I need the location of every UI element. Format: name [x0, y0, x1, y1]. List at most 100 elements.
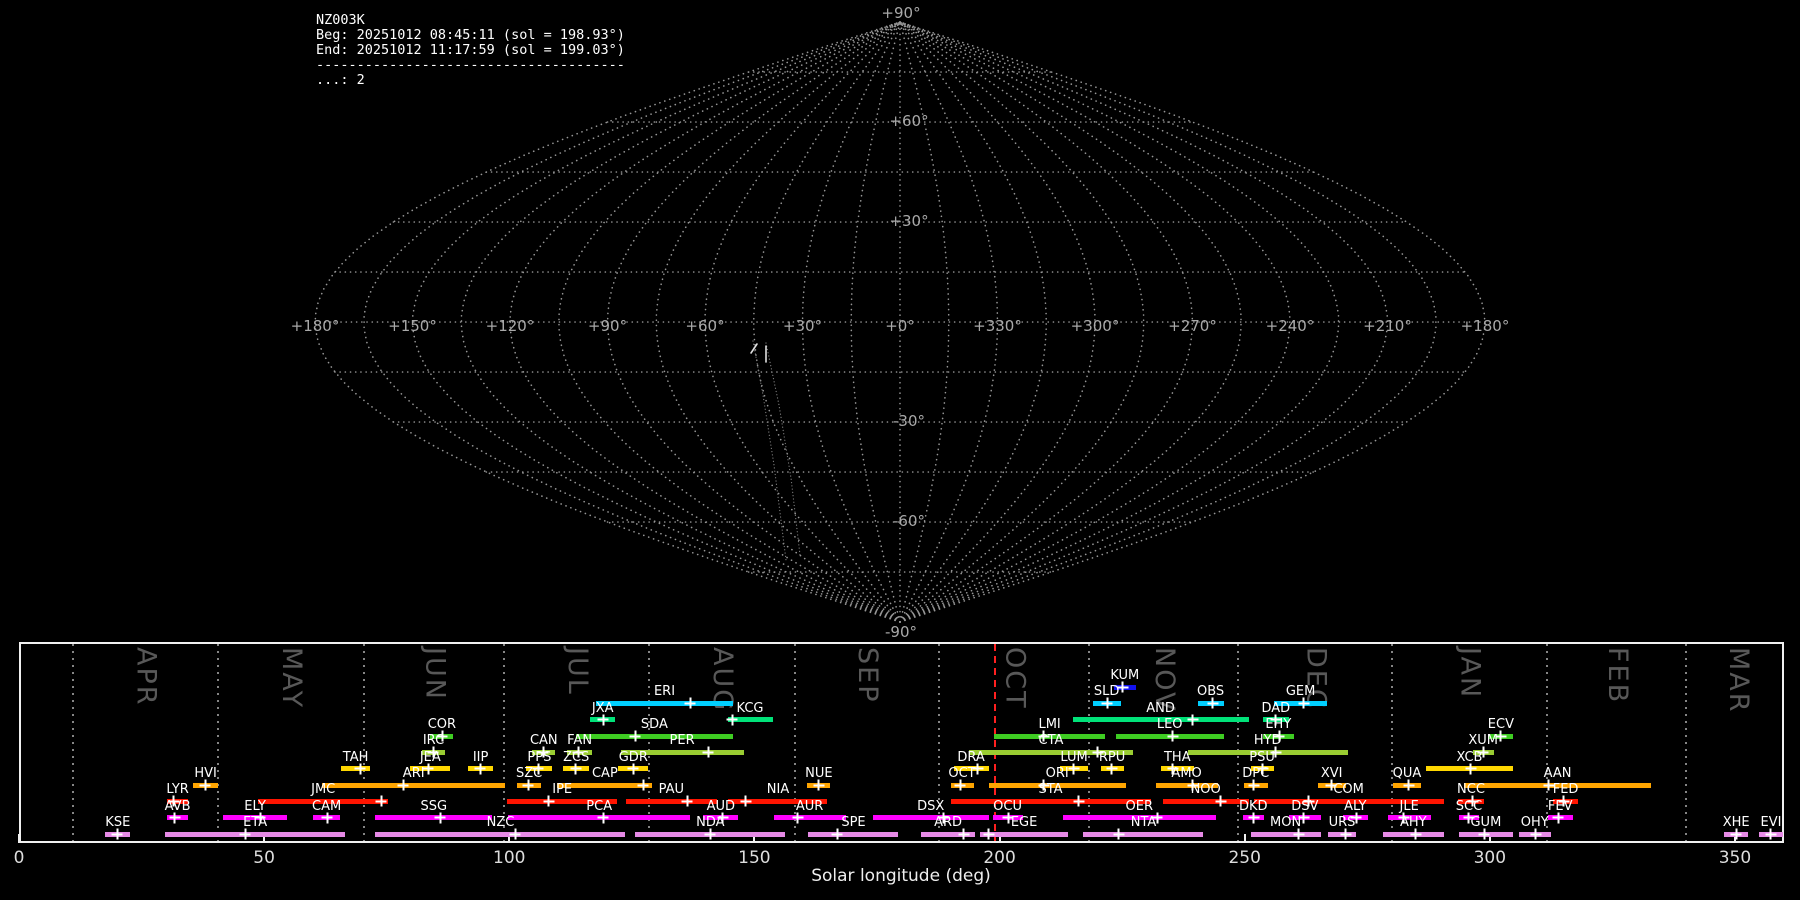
shower-code-label: ELY: [244, 798, 266, 814]
shower-peak-marker: [111, 828, 123, 840]
month-boundary-line: [362, 644, 365, 841]
shower-peak-marker: [1167, 730, 1179, 742]
shower-code-label: OCT: [948, 765, 976, 781]
shower-code-label: SSG: [420, 798, 448, 814]
meteor-plot-screen: +180° +150° +120° +90° +60° +30° +0° +330° +300°…: [0, 0, 1800, 900]
shower-peak-marker: [831, 828, 843, 840]
month-boundary-line: [1088, 644, 1091, 841]
shower-code-label: RPU: [1098, 749, 1126, 765]
shower-peak-marker: [1106, 763, 1118, 775]
x-axis-title: Solar longitude (deg): [811, 866, 991, 886]
shower-code-label: LMI: [1038, 716, 1061, 732]
map-latitude-label: +30°: [889, 212, 928, 230]
shower-code-label: AMO: [1171, 765, 1202, 781]
shower-code-label: NUE: [805, 765, 833, 781]
shower-code-label: HVI: [194, 765, 217, 781]
shower-bar: [872, 815, 989, 821]
shower-code-label: KCG: [736, 700, 764, 716]
shower-code-label: FEV: [1547, 798, 1573, 814]
shower-peak-marker: [597, 714, 609, 726]
shower-peak-marker: [983, 828, 995, 840]
shower-code-label: TAH: [342, 749, 369, 765]
shower-code-label: DSV: [1291, 798, 1319, 814]
shower-peak-marker: [1215, 795, 1227, 807]
shower-code-label: COM: [1333, 782, 1364, 798]
shower-code-label: EVI: [1760, 814, 1782, 830]
x-axis-tick-label: 200: [983, 848, 1016, 868]
shower-code-label: OER: [1125, 798, 1154, 814]
shower-peak-marker: [1293, 828, 1305, 840]
month-label: MAY: [276, 647, 308, 710]
shower-code-label: ALY: [1344, 798, 1367, 814]
shower-code-label: XCB: [1456, 749, 1483, 765]
shower-code-label: XUM: [1468, 733, 1499, 749]
shower-code-label: OHY: [1520, 814, 1549, 830]
x-axis-tick-label: 0: [13, 848, 25, 868]
map-longitude-label: +30°: [783, 317, 822, 335]
map-latitude-label: -90°: [885, 623, 917, 641]
shower-bar: [773, 815, 846, 821]
shower-peak-marker: [199, 779, 211, 791]
shower-code-label: MON: [1270, 814, 1302, 830]
shower-code-label: ZCS: [563, 749, 590, 765]
shower-code-label: PPS: [527, 749, 552, 765]
map-longitude-label: +270°: [1168, 317, 1217, 335]
shower-peak-marker: [597, 812, 609, 824]
observation-info-block: NZ003K Beg: 20251012 08:45:11 (sol = 198…: [316, 13, 625, 88]
shower-peak-marker: [1298, 697, 1309, 709]
shower-code-label: AUR: [795, 798, 824, 814]
station-code: NZ003K: [316, 12, 365, 28]
shower-code-label: ECV: [1487, 716, 1514, 732]
map-longitude-label: +60°: [685, 317, 724, 335]
shower-code-label: AAN: [1543, 765, 1572, 781]
shower-peak-marker: [522, 779, 534, 791]
shower-code-label: GEM: [1285, 684, 1316, 700]
shower-peak-marker: [354, 763, 366, 775]
shower-code-label: NDA: [696, 814, 725, 830]
sky-projection-map: +180° +150° +120° +90° +60° +30° +0° +330° +300°…: [291, 4, 1510, 641]
x-axis-tick-label: 300: [1473, 848, 1507, 868]
shower-code-label: SZC: [515, 765, 543, 781]
shower-code-label: COR: [427, 716, 457, 732]
shower-peak-marker: [1101, 697, 1113, 709]
shower-code-label: ARD: [934, 814, 963, 830]
shower-peak-marker: [1403, 779, 1415, 791]
shower-peak-marker: [397, 779, 409, 791]
shower-peak-marker: [740, 795, 752, 807]
shower-code-label: LYR: [166, 782, 189, 798]
shower-peak-marker: [1730, 828, 1742, 840]
shower-peak-marker: [1113, 828, 1125, 840]
map-latitude-label: -30°: [893, 412, 925, 430]
shower-peak-marker: [684, 697, 696, 709]
map-longitude-label: +90°: [588, 317, 627, 335]
shower-code-label: PAU: [658, 782, 685, 798]
shower-peak-marker: [629, 730, 641, 742]
map-latitude-label: +90°: [881, 4, 920, 22]
shower-bar: [1083, 831, 1204, 837]
shower-peak-marker: [1068, 763, 1080, 775]
shower-code-label: FAN: [567, 733, 593, 749]
shower-code-label: CAN: [529, 733, 558, 749]
shower-bar: [165, 831, 345, 837]
map-longitude-label: +180°: [1461, 317, 1510, 335]
shower-peak-marker: [958, 828, 970, 840]
shower-peak-marker: [726, 714, 738, 726]
shower-code-label: STA: [1038, 782, 1063, 798]
shower-code-label: ERI: [653, 684, 676, 700]
shower-code-label: IIP: [472, 749, 489, 765]
shower-peak-marker: [1248, 812, 1259, 824]
shower-peak-marker: [704, 828, 716, 840]
shower-code-label: DPC: [1242, 765, 1270, 781]
shower-code-label: NZC: [486, 814, 515, 830]
shower-code-label: KSE: [105, 814, 131, 830]
month-boundary-line: [217, 644, 220, 841]
x-axis-tick-label: 100: [493, 848, 526, 868]
map-longitude-label: +180°: [291, 317, 340, 335]
month-boundary-line: [71, 644, 74, 841]
shower-peak-marker: [1073, 795, 1084, 807]
shower-code-label: XHE: [1722, 814, 1750, 830]
shower-bar: [950, 798, 1151, 804]
shower-code-label: ETA: [243, 814, 268, 830]
map-longitude-label: +240°: [1266, 317, 1315, 335]
shower-bar: [625, 798, 718, 804]
